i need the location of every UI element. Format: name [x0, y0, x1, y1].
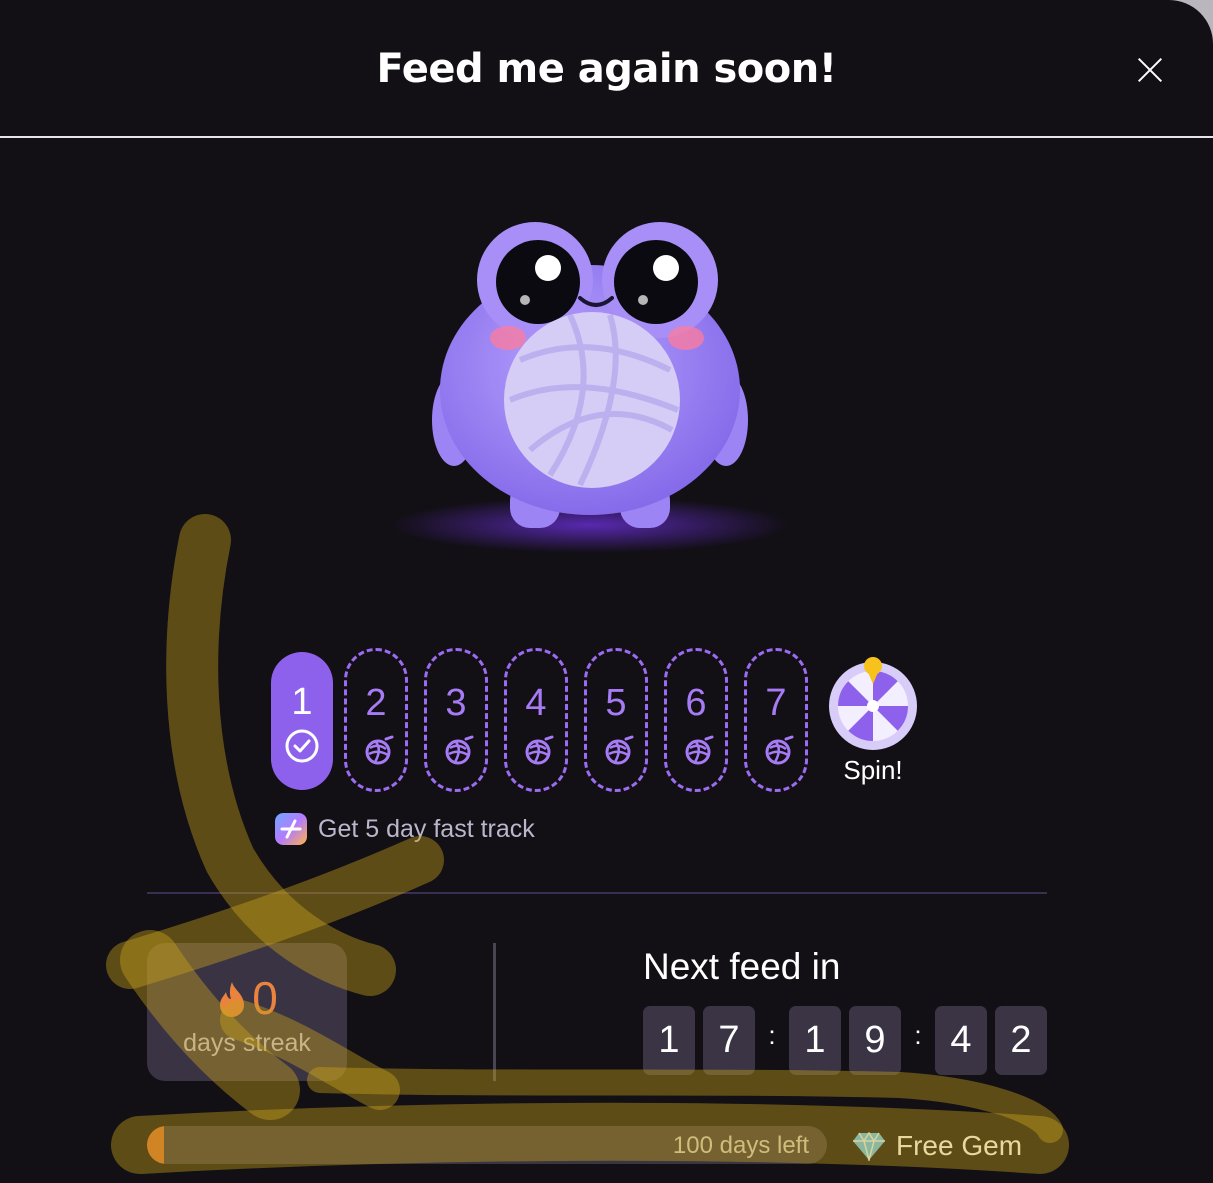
streak-day-7: 7: [744, 648, 808, 792]
day-number: 6: [685, 682, 707, 724]
frog-mascot-image: [390, 222, 790, 553]
section-divider: [147, 892, 1047, 894]
gem-progress-fill: [147, 1126, 164, 1164]
countdown-separator: :: [768, 1020, 776, 1050]
modal-header: Feed me again soon!: [0, 0, 1213, 138]
day-number: 7: [765, 682, 787, 724]
countdown-separator: :: [914, 1020, 922, 1050]
day-number: 5: [605, 682, 627, 724]
streak-day-5: 5: [584, 648, 648, 792]
close-icon[interactable]: [1128, 48, 1172, 92]
next-feed-label: Next feed in: [643, 946, 841, 987]
fast-track-text: Get 5 day fast track: [318, 814, 535, 843]
check-circle-icon: [285, 729, 319, 763]
streak-count-value: 0: [252, 972, 278, 1024]
days-left-text: 100 days left: [672, 1132, 809, 1159]
streak-day-1: 1: [271, 652, 333, 790]
yarn-icon: [765, 735, 794, 765]
countdown-seconds-ones: 2: [995, 1006, 1047, 1075]
streak-label: days streak: [183, 1029, 311, 1057]
yarn-icon: [365, 735, 394, 765]
countdown-minutes-ones: 9: [849, 1006, 901, 1075]
streak-card: 0 days streak: [147, 943, 347, 1081]
countdown-hours-ones: 7: [703, 1006, 755, 1075]
streak-day-4: 4: [504, 648, 568, 792]
fast-track-link[interactable]: Get 5 day fast track: [275, 812, 535, 846]
spin-wheel-icon[interactable]: [828, 656, 918, 752]
yarn-icon: [525, 735, 554, 765]
spin-label[interactable]: Spin!: [828, 755, 918, 786]
countdown-minutes-tens: 1: [789, 1006, 841, 1075]
day-number: 2: [365, 682, 387, 724]
streak-day-2: 2: [344, 648, 408, 792]
countdown-seconds-tens: 4: [935, 1006, 987, 1075]
streak-day-6: 6: [664, 648, 728, 792]
fast-track-icon: [275, 813, 307, 845]
yarn-icon: [605, 735, 634, 765]
feed-modal: Feed me again soon! 1 2 3 4 5 6 7 Spin! …: [0, 0, 1213, 1183]
yarn-icon: [445, 735, 474, 765]
streak-count: 0: [147, 971, 347, 1025]
countdown-hours-tens: 1: [643, 1006, 695, 1075]
free-gem-button[interactable]: Free Gem: [852, 1130, 1022, 1162]
gem-icon: [853, 1131, 885, 1161]
day-number: 3: [445, 682, 467, 724]
free-gem-label: Free Gem: [896, 1130, 1023, 1161]
vertical-separator: [493, 943, 496, 1081]
modal-title: Feed me again soon!: [376, 46, 837, 92]
day-number: 4: [525, 682, 547, 724]
gem-progress-bar: 100 days left: [147, 1126, 827, 1164]
day-number: 1: [291, 681, 313, 723]
yarn-icon: [685, 735, 714, 765]
streak-day-3: 3: [424, 648, 488, 792]
flame-icon: [220, 982, 245, 1017]
